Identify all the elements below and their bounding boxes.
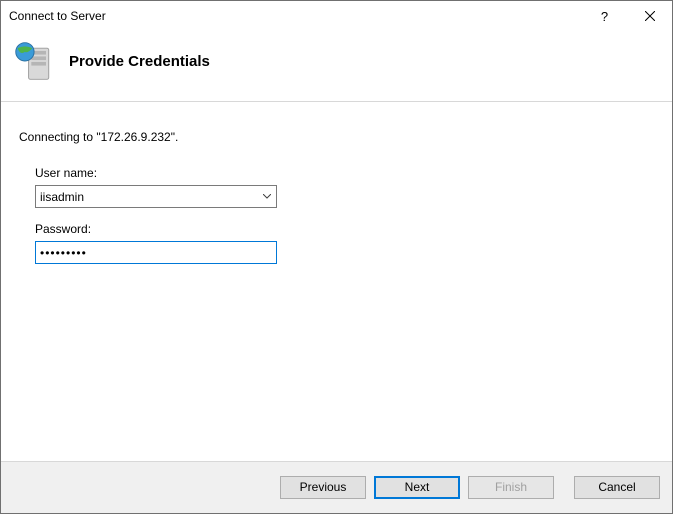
password-input[interactable] [35, 241, 277, 264]
content-area: Connecting to "172.26.9.232". User name:… [1, 102, 672, 461]
titlebar: Connect to Server ? [1, 1, 672, 31]
close-icon [645, 11, 655, 21]
server-globe-icon [13, 39, 57, 83]
password-label: Password: [35, 222, 654, 236]
window-title: Connect to Server [9, 9, 582, 23]
credentials-form: User name: Password: [19, 166, 654, 264]
finish-button: Finish [468, 476, 554, 499]
help-button[interactable]: ? [582, 2, 627, 31]
chevron-down-icon [263, 194, 271, 199]
page-title: Provide Credentials [69, 53, 210, 70]
cancel-button[interactable]: Cancel [574, 476, 660, 499]
connecting-to-text: Connecting to "172.26.9.232". [19, 130, 654, 144]
next-button[interactable]: Next [374, 476, 460, 499]
button-bar: Previous Next Finish Cancel [1, 461, 672, 513]
previous-button[interactable]: Previous [280, 476, 366, 499]
close-button[interactable] [627, 2, 672, 31]
username-input[interactable] [36, 186, 258, 207]
combobox-dropdown-button[interactable] [258, 194, 276, 199]
wizard-header: Provide Credentials [1, 31, 672, 102]
username-label: User name: [35, 166, 654, 180]
username-combobox[interactable] [35, 185, 277, 208]
